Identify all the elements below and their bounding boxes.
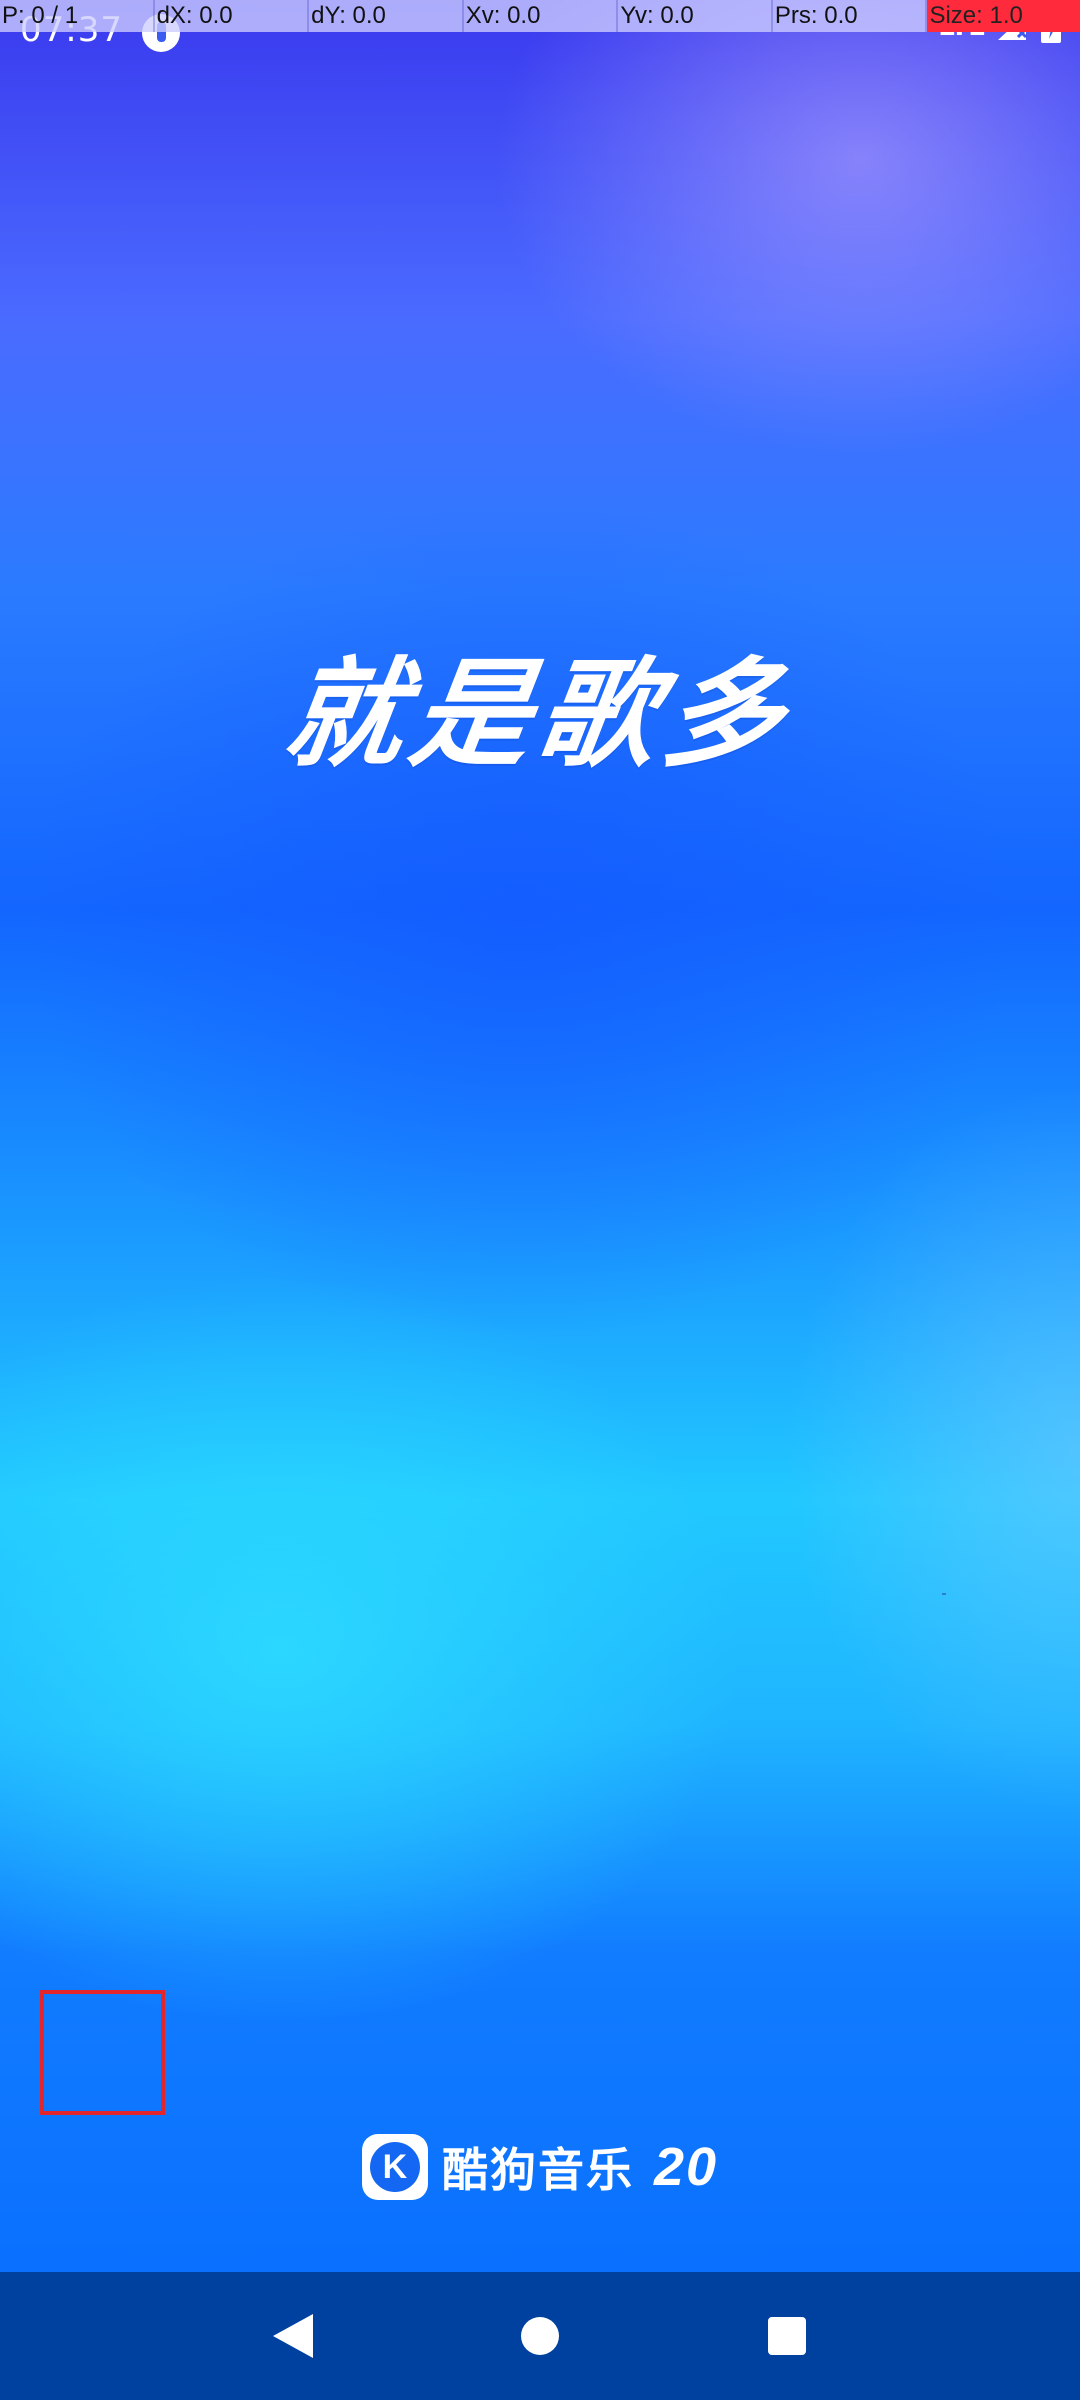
splash-slogan: 就是歌多	[276, 645, 801, 783]
debug-pressure: Prs: 0.0	[773, 0, 928, 32]
recents-button[interactable]	[747, 2296, 827, 2376]
navigation-bar	[0, 2272, 1080, 2400]
debug-dy: dY: 0.0	[309, 0, 464, 32]
background-speck	[942, 1593, 946, 1595]
brand-version: 20	[653, 2137, 719, 2197]
brand-footer: K 酷狗音乐 20	[0, 2132, 1080, 2202]
pointer-location-overlay: P: 0 / 1 dX: 0.0 dY: 0.0 Xv: 0.0 Yv: 0.0…	[0, 0, 1080, 32]
back-icon	[271, 2312, 315, 2360]
recents-icon	[767, 2316, 807, 2356]
debug-size: Size: 1.0	[927, 0, 1080, 32]
brand-name: 酷狗音乐	[441, 2143, 634, 2197]
home-button[interactable]	[500, 2296, 580, 2376]
home-icon	[520, 2316, 560, 2356]
kugou-logo-icon: K	[361, 2134, 428, 2200]
back-button[interactable]	[253, 2296, 333, 2376]
debug-xv: Xv: 0.0	[464, 0, 619, 32]
splash-background	[0, 0, 1080, 2272]
debug-yv: Yv: 0.0	[618, 0, 773, 32]
debug-dx: dX: 0.0	[155, 0, 310, 32]
touch-highlight-box	[40, 1990, 165, 2115]
debug-pointer-count: P: 0 / 1	[0, 0, 155, 32]
kugou-logo-letter: K	[369, 2142, 420, 2192]
